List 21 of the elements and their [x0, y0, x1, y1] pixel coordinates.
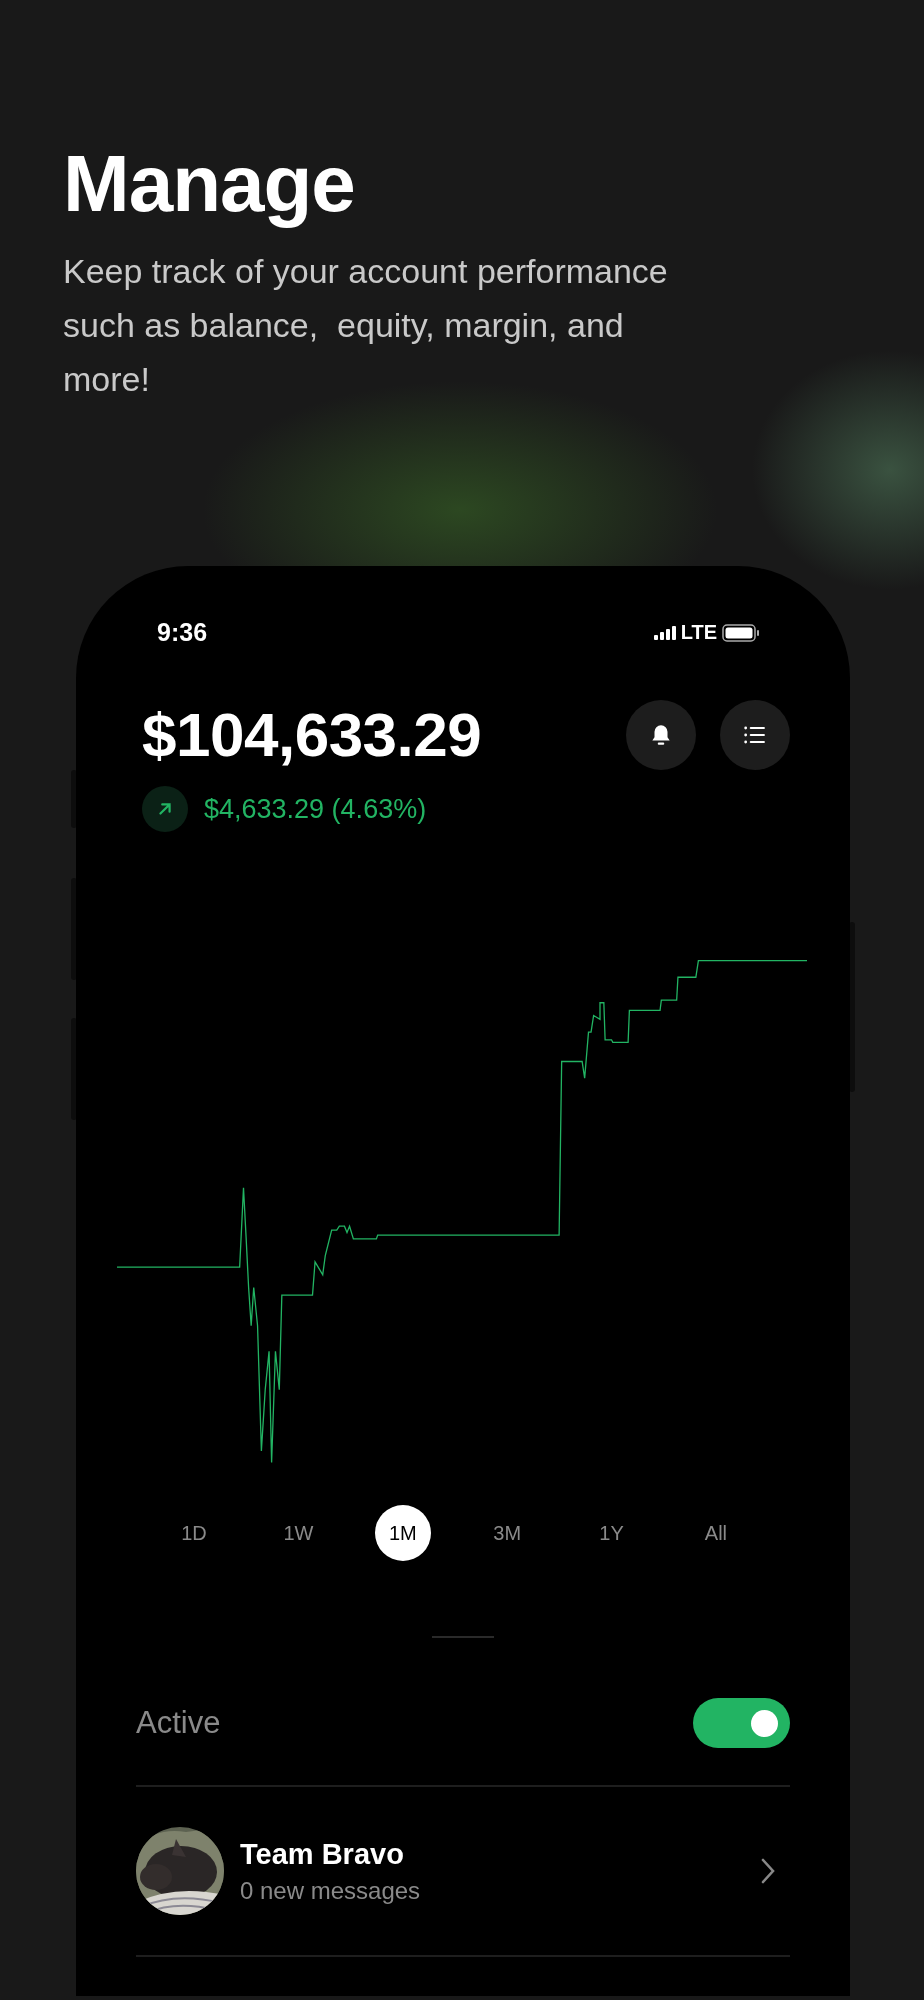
status-time: 9:36	[157, 618, 208, 647]
drag-handle[interactable]	[432, 1636, 494, 1638]
network-label: LTE	[680, 621, 717, 644]
change-amount: $4,633.29 (4.63%)	[204, 793, 427, 825]
active-label: Active	[136, 1705, 221, 1741]
range-tab[interactable]: 1W	[270, 1505, 327, 1561]
range-tab[interactable]: 1Y	[583, 1505, 640, 1561]
page-subtitle: Keep track of your account performance such as balance, equity, margin, and more!	[63, 251, 669, 400]
active-toggle[interactable]	[693, 1698, 790, 1748]
chat-subtitle: 0 new messages	[240, 1876, 422, 1905]
battery-icon	[722, 623, 760, 642]
range-tab[interactable]: 3M	[479, 1505, 536, 1561]
range-tab[interactable]: All	[687, 1505, 744, 1561]
range-tab[interactable]: 1M	[374, 1505, 431, 1561]
signal-icon	[653, 625, 676, 640]
range-tab[interactable]: 1D	[166, 1505, 222, 1561]
chevron-icon	[760, 1857, 776, 1885]
chat-name: Team Bravo	[240, 1837, 405, 1871]
balance-amount: $104,633.29	[142, 699, 482, 770]
page-title: Manage	[63, 138, 356, 230]
chat-list-item[interactable]: Team Bravo 0 new messages	[136, 1787, 790, 1957]
